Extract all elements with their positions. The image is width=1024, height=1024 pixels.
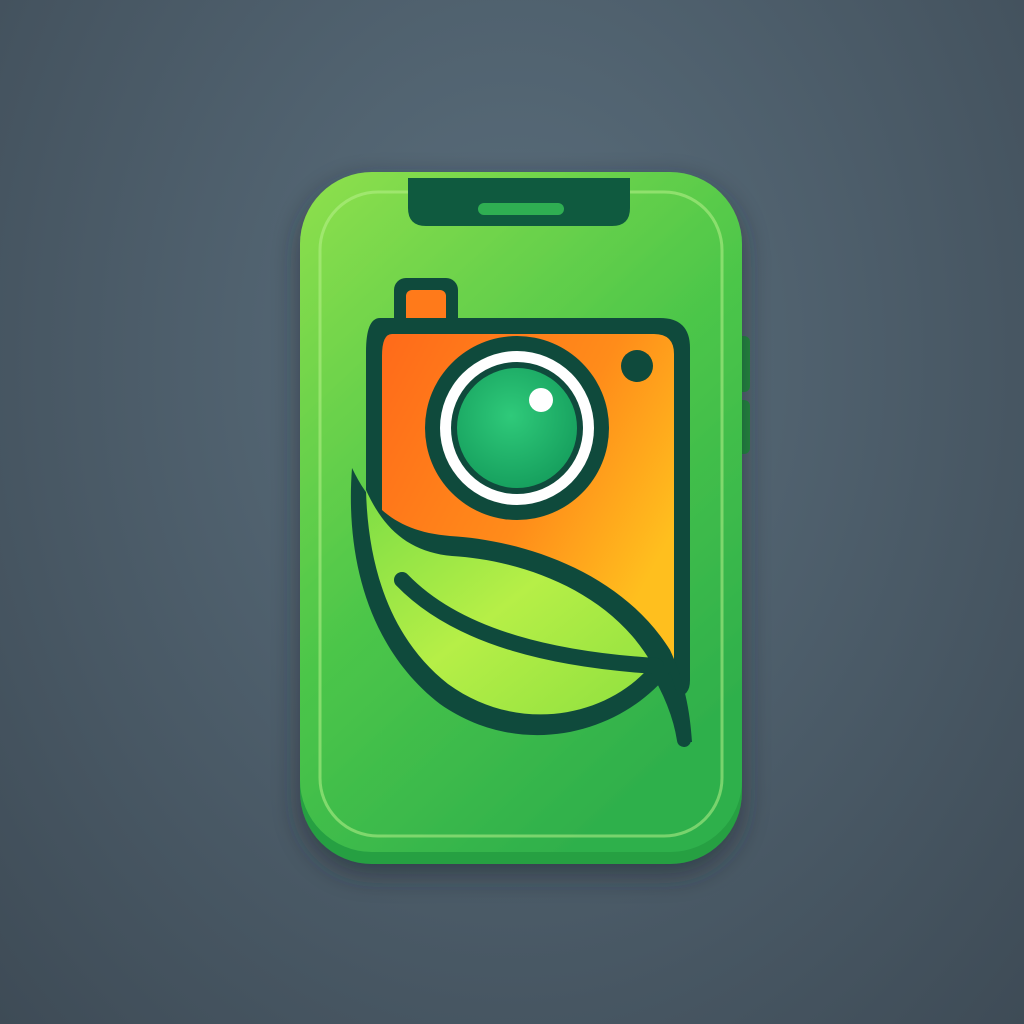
camera-lens-icon — [425, 336, 609, 520]
icon-canvas — [0, 0, 1024, 1024]
phone-notch — [408, 178, 630, 226]
lens-glint-icon — [529, 388, 553, 412]
camera-flash-icon — [621, 350, 653, 382]
app-icon-graphic — [300, 172, 750, 864]
speaker-slot-icon — [478, 203, 564, 215]
